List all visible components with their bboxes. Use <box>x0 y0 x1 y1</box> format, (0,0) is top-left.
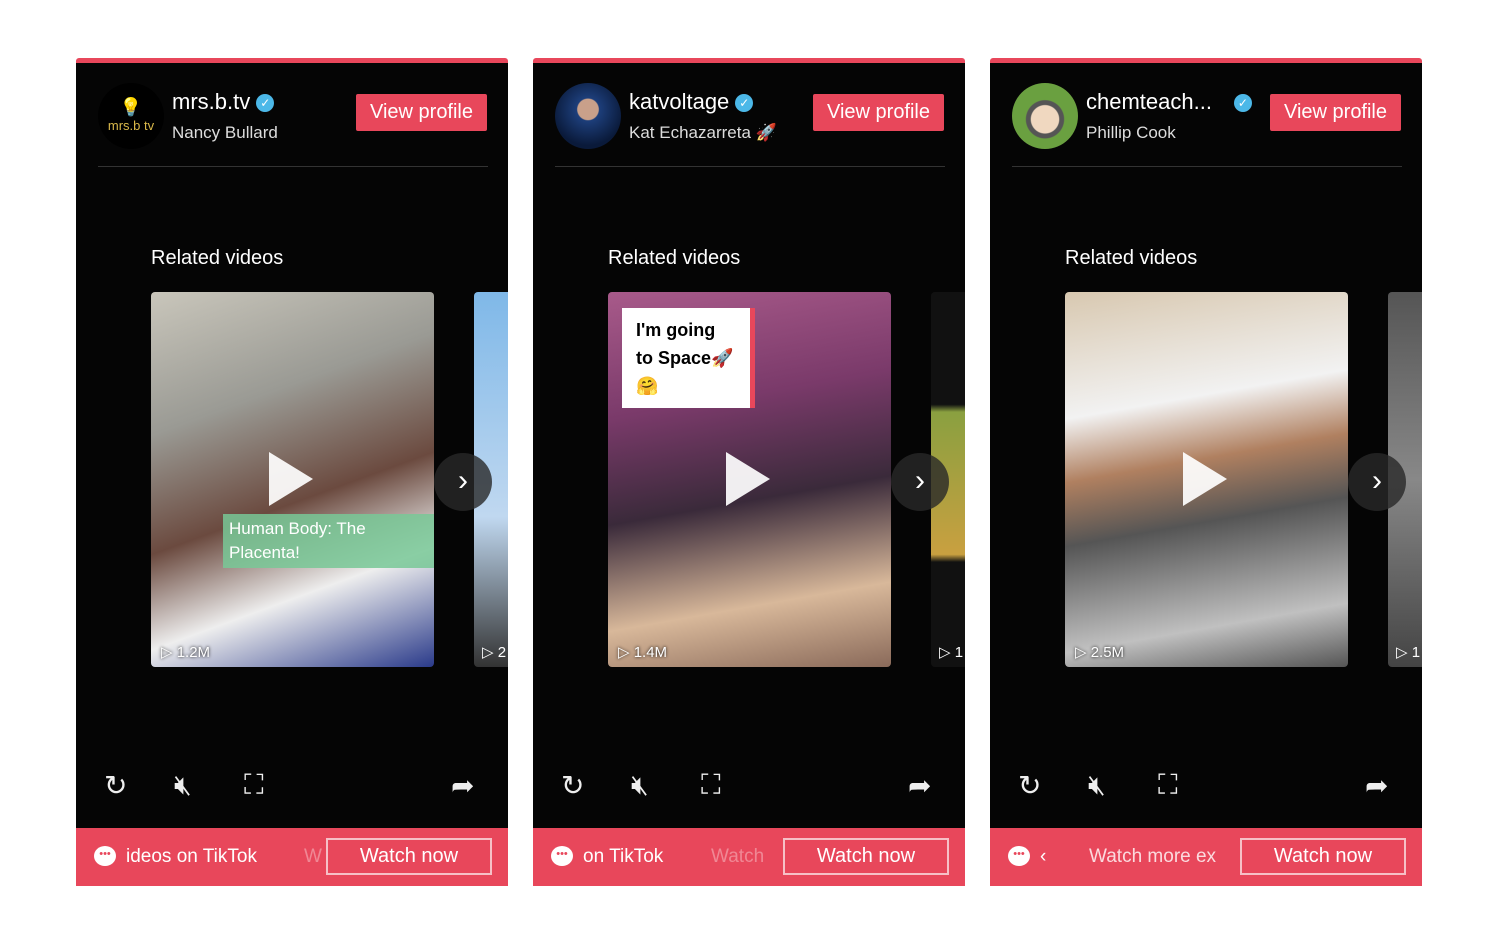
watch-now-button[interactable]: Watch now <box>783 838 949 875</box>
video-caption: Human Body: The Placenta! <box>223 514 434 568</box>
divider <box>98 166 488 167</box>
bottom-banner: ••• on TikTok Watch Watch now <box>533 828 965 886</box>
chat-icon: ••• <box>551 846 573 866</box>
video-thumbnail[interactable]: I'm going to Space🚀🤗 ▷ 1.4M <box>608 292 891 667</box>
embed-card-katvoltage: katvoltage ✓ Kat Echazarreta 🚀 View profi… <box>533 58 965 886</box>
avatar[interactable] <box>555 83 621 149</box>
divider <box>1012 166 1402 167</box>
play-icon[interactable] <box>269 452 313 506</box>
share-icon[interactable]: ➦ <box>908 769 931 802</box>
bottom-banner: ••• ‹ Watch more ex Watch now <box>990 828 1422 886</box>
display-name: Phillip Cook <box>1086 123 1176 142</box>
mute-icon[interactable]: 🔇︎ <box>1088 769 1106 802</box>
display-name: Nancy Bullard <box>172 123 278 142</box>
replay-icon[interactable]: ↻ <box>1018 769 1041 802</box>
mute-icon[interactable]: 🔇︎ <box>174 769 192 802</box>
related-videos-heading: Related videos <box>1065 247 1198 269</box>
play-icon[interactable] <box>726 452 770 506</box>
divider <box>555 166 945 167</box>
fullscreen-icon[interactable]: ⛶ <box>1158 769 1178 802</box>
verified-icon: ✓ <box>1233 94 1252 112</box>
watch-now-button[interactable]: Watch now <box>326 838 492 875</box>
username[interactable]: chemteach... ✓ <box>1086 89 1252 115</box>
view-profile-button[interactable]: View profile <box>1270 94 1401 131</box>
view-profile-button[interactable]: View profile <box>356 94 487 131</box>
related-videos-heading: Related videos <box>151 247 284 269</box>
banner-text: ideos on TikTok <box>126 846 257 867</box>
bottom-banner: ••• ideos on TikTok W Watch now <box>76 828 508 886</box>
embed-card-mrs-b-tv: 💡 mrs.b tv mrs.b.tv ✓ Nancy Bullard View p… <box>76 58 508 886</box>
video-thumbnail[interactable]: Human Body: The Placenta! ▷ 1.2M <box>151 292 434 667</box>
replay-icon[interactable]: ↻ <box>104 769 127 802</box>
view-count: ▷ 1.2M <box>161 644 211 661</box>
verified-icon: ✓ <box>735 94 754 112</box>
banner-text: Watch more ex <box>1089 846 1217 867</box>
chat-icon: ••• <box>94 846 116 866</box>
fullscreen-icon[interactable]: ⛶ <box>701 769 721 802</box>
view-count: ▷ 1.4M <box>618 644 668 661</box>
verified-icon: ✓ <box>256 94 275 112</box>
share-icon[interactable]: ➦ <box>451 769 474 802</box>
banner-back-icon[interactable]: ‹ <box>1040 846 1046 868</box>
view-count: ▷ 2.5M <box>1075 644 1125 661</box>
play-icon[interactable] <box>1183 452 1227 506</box>
avatar[interactable] <box>1012 83 1078 149</box>
video-caption: I'm going to Space🚀🤗 <box>622 308 755 408</box>
watch-now-button[interactable]: Watch now <box>1240 838 1406 875</box>
avatar[interactable]: 💡 mrs.b tv <box>98 83 164 149</box>
username[interactable]: mrs.b.tv ✓ <box>172 89 275 115</box>
fullscreen-icon[interactable]: ⛶ <box>244 769 264 802</box>
chat-icon: ••• <box>1008 846 1030 866</box>
embed-card-chemteach: chemteach... ✓ Phillip Cook View profile … <box>990 58 1422 886</box>
related-videos-heading: Related videos <box>608 247 741 269</box>
view-profile-button[interactable]: View profile <box>813 94 944 131</box>
display-name: Kat Echazarreta 🚀 <box>629 123 777 142</box>
replay-icon[interactable]: ↻ <box>561 769 584 802</box>
share-icon[interactable]: ➦ <box>1365 769 1388 802</box>
mute-icon[interactable]: 🔇︎ <box>631 769 649 802</box>
chevron-right-icon[interactable]: › <box>891 453 949 511</box>
video-thumbnail[interactable]: ▷ 2.5M <box>1065 292 1348 667</box>
username[interactable]: katvoltage ✓ <box>629 89 754 115</box>
chevron-right-icon[interactable]: › <box>1348 453 1406 511</box>
banner-text: on TikTok <box>583 846 664 867</box>
chevron-right-icon[interactable]: › <box>434 453 492 511</box>
